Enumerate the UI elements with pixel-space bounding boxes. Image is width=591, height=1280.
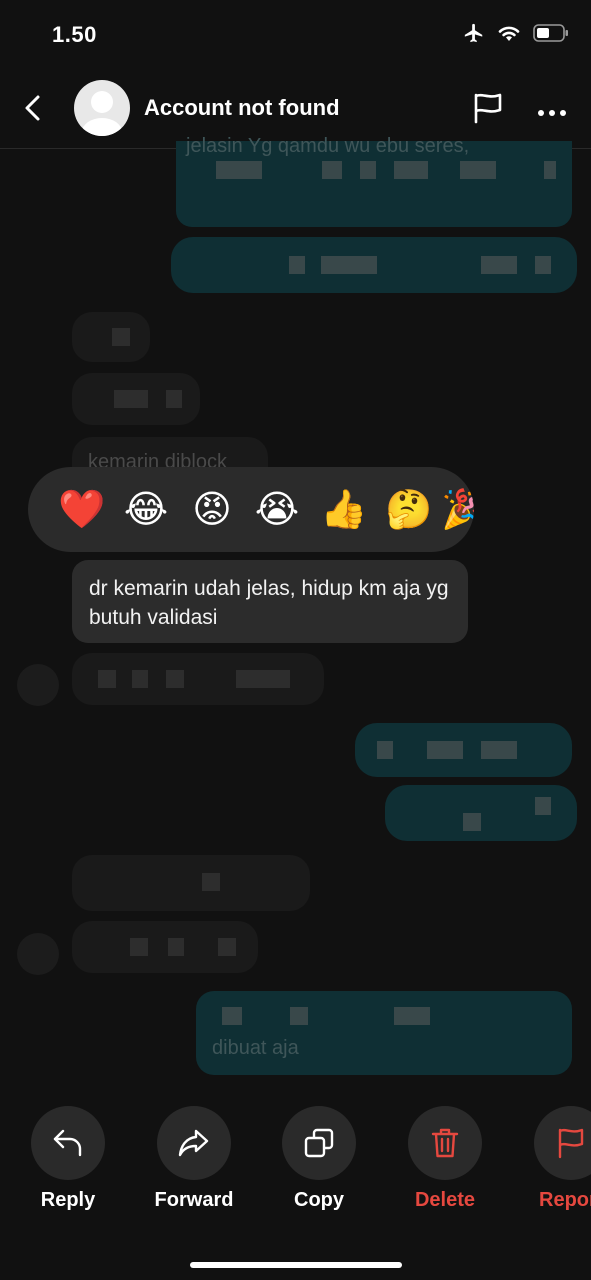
message-outgoing bbox=[385, 785, 577, 841]
delete-button[interactable] bbox=[408, 1106, 482, 1180]
report-button[interactable] bbox=[534, 1106, 591, 1180]
reply-button[interactable] bbox=[31, 1106, 105, 1180]
delete-label[interactable]: Delete bbox=[385, 1189, 505, 1212]
back-icon[interactable] bbox=[20, 94, 46, 122]
copy-label[interactable]: Copy bbox=[259, 1189, 379, 1212]
message-incoming bbox=[72, 855, 310, 911]
copy-icon bbox=[304, 1128, 334, 1158]
message-incoming bbox=[72, 312, 150, 362]
message-text: dibuat aja bbox=[212, 1037, 299, 1059]
message-incoming bbox=[72, 373, 200, 425]
crying-reaction[interactable]: 😭 bbox=[254, 487, 300, 531]
report-label[interactable]: Report bbox=[539, 1189, 591, 1212]
avatar bbox=[17, 664, 59, 706]
status-icons bbox=[463, 22, 569, 49]
message-text: jelasin Yg qamdu wu ebu seres, bbox=[186, 135, 470, 157]
wifi-icon bbox=[497, 23, 521, 48]
status-time: 1.50 bbox=[52, 22, 97, 47]
flag-icon[interactable] bbox=[473, 92, 503, 129]
message-incoming: kemarin diblock bbox=[72, 437, 268, 473]
message-outgoing bbox=[171, 237, 577, 293]
message-incoming bbox=[72, 653, 324, 705]
reply-label[interactable]: Reply bbox=[8, 1189, 128, 1212]
message-incoming bbox=[72, 921, 258, 973]
page-title[interactable]: Account not found bbox=[144, 95, 340, 121]
heart-reaction[interactable]: ❤️ bbox=[58, 487, 105, 531]
party-reaction[interactable]: 🎉 bbox=[441, 487, 474, 531]
thumbs-up-reaction[interactable]: 👍 bbox=[320, 487, 367, 531]
reply-icon bbox=[53, 1129, 82, 1157]
battery-icon bbox=[533, 24, 569, 47]
message-outgoing: jelasin Yg qamdu wu ebu seres, bbox=[176, 135, 572, 227]
avatar[interactable] bbox=[74, 80, 130, 136]
report-flag-icon bbox=[558, 1128, 584, 1159]
angry-reaction[interactable]: 😡 bbox=[189, 487, 235, 531]
thinking-reaction[interactable]: 🤔 bbox=[385, 487, 432, 531]
message-text: dr kemarin udah jelas, hidup km aja yg b… bbox=[89, 577, 449, 629]
avatar bbox=[17, 933, 59, 975]
reaction-bar: ❤️ 😂 😡 😭 👍 🤔 🎉 bbox=[28, 467, 474, 552]
home-indicator[interactable] bbox=[190, 1262, 402, 1268]
trash-icon bbox=[431, 1128, 459, 1158]
message-outgoing: dibuat aja bbox=[196, 991, 572, 1075]
forward-button[interactable] bbox=[157, 1106, 231, 1180]
message-outgoing bbox=[355, 723, 572, 777]
forward-icon bbox=[178, 1129, 209, 1157]
airplane-icon bbox=[463, 22, 485, 49]
copy-button[interactable] bbox=[282, 1106, 356, 1180]
more-icon[interactable] bbox=[537, 104, 567, 122]
forward-label[interactable]: Forward bbox=[134, 1189, 254, 1212]
focused-message[interactable]: dr kemarin udah jelas, hidup km aja yg b… bbox=[72, 560, 468, 643]
laughing-reaction[interactable]: 😂 bbox=[123, 487, 169, 531]
